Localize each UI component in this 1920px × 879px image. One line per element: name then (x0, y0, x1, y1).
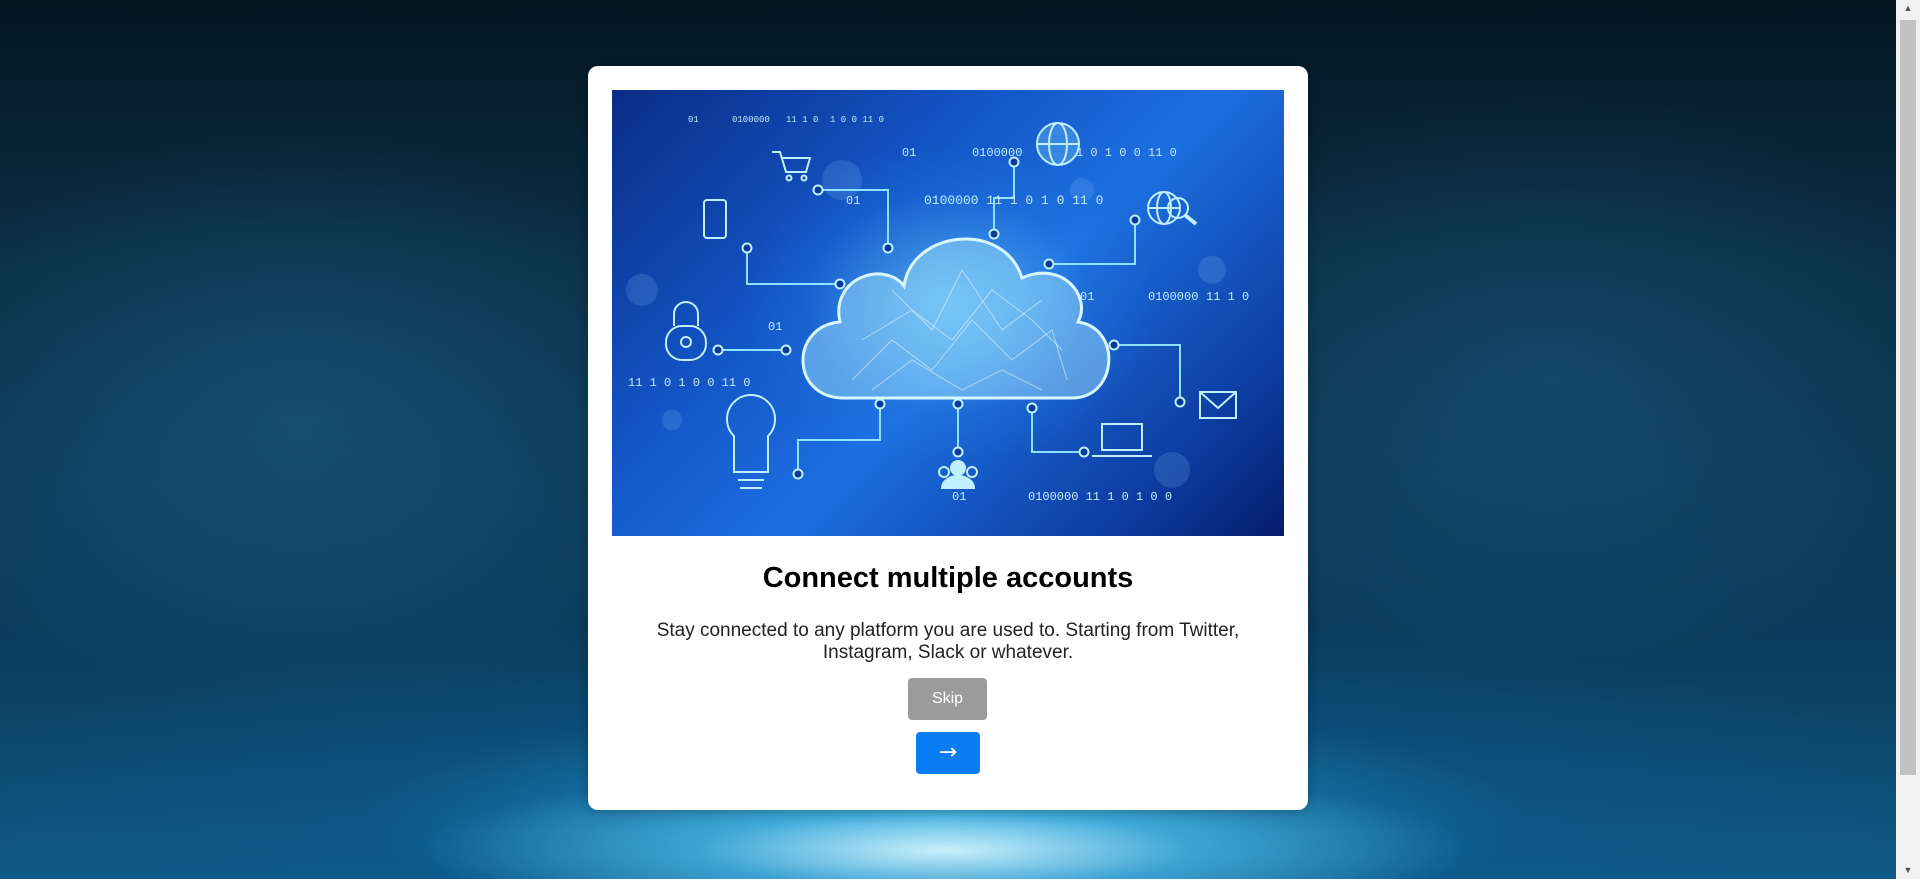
padlock-icon (665, 301, 707, 361)
users-icon (938, 460, 978, 489)
svg-text:01: 01 (952, 490, 966, 504)
svg-text:0100000 11 1 0 1 0 0: 0100000 11 1 0 1 0 0 (1028, 490, 1172, 504)
svg-text:01: 01 (688, 115, 699, 125)
page-scrollbar[interactable]: ▲ ▼ (1896, 0, 1920, 879)
svg-text:01: 01 (902, 146, 916, 160)
scrollbar-thumb[interactable] (1900, 20, 1916, 775)
svg-text:01: 01 (846, 194, 860, 208)
svg-text:11 1 0: 11 1 0 (1206, 290, 1249, 304)
svg-text:0100000: 0100000 (732, 115, 770, 125)
skip-button[interactable]: Skip (908, 678, 987, 720)
cloud-network-illustration: 01 0100000 11 1 0 1 0 0 11 0 01 0100000 … (612, 90, 1284, 536)
globe-search-icon (1147, 191, 1198, 226)
svg-text:1 0 1 0 0 11 0: 1 0 1 0 0 11 0 (1076, 146, 1177, 160)
envelope-icon (1199, 391, 1237, 419)
next-arrow-button[interactable]: → (916, 732, 980, 774)
scroll-up-arrow-icon[interactable]: ▲ (1896, 0, 1920, 17)
onboarding-title: Connect multiple accounts (762, 562, 1134, 594)
cloud-icon (801, 237, 1111, 400)
smartphone-icon (703, 199, 727, 239)
illustration-graphic: 01 0100000 11 1 0 1 0 0 11 0 01 0100000 … (626, 115, 1249, 504)
svg-text:01: 01 (1080, 290, 1094, 304)
svg-text:01: 01 (768, 320, 782, 334)
svg-text:11 1 0: 11 1 0 (786, 115, 818, 125)
shopping-cart-icon (772, 151, 812, 182)
svg-text:0100000: 0100000 (972, 146, 1022, 160)
laptop-icon (1092, 423, 1152, 457)
onboarding-description: Stay connected to any platform you are u… (656, 620, 1240, 663)
scroll-down-arrow-icon[interactable]: ▼ (1896, 862, 1920, 879)
lightbulb-icon (726, 394, 776, 489)
globe-icon (1036, 122, 1080, 166)
svg-text:0100000 11 1 0 1 0: 0100000 11 1 0 1 0 11 0 (924, 193, 1103, 208)
svg-text:11 1 0 1 0 0 11 0: 11 1 0 1 0 0 11 0 (628, 376, 750, 390)
svg-text:0100000: 0100000 (1148, 290, 1198, 304)
svg-text:1 0 0 11 0: 1 0 0 11 0 (830, 115, 884, 125)
onboarding-modal: 01 0100000 11 1 0 1 0 0 11 0 01 0100000 … (588, 66, 1308, 810)
